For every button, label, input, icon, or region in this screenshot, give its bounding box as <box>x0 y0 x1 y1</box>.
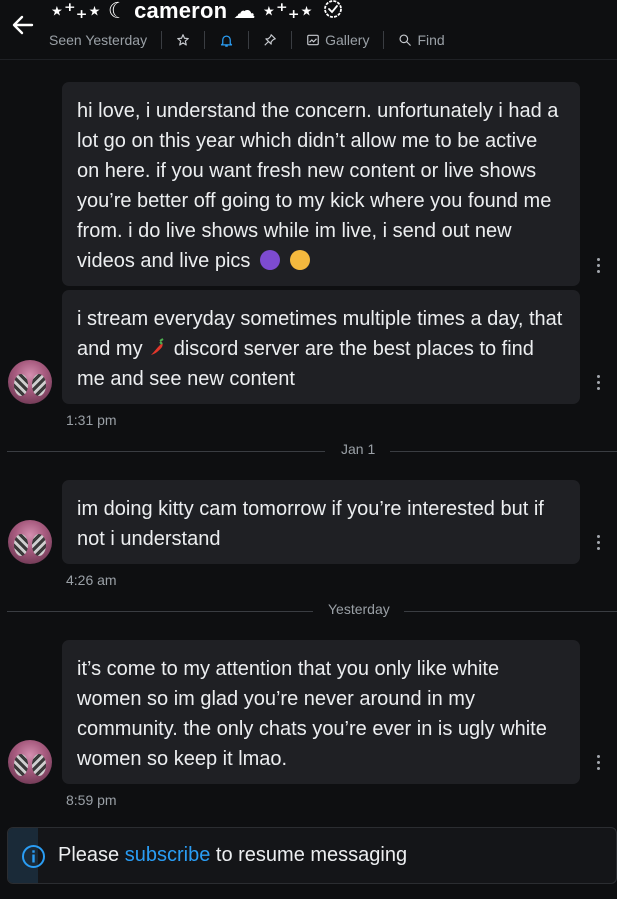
message-text: hi love, i understand the concern. unfor… <box>77 100 559 272</box>
message-timestamp: 4:26 am <box>66 572 117 588</box>
message-bubble[interactable]: it’s come to my attention that you only … <box>62 640 580 784</box>
notice-text: Please subscribe to resume messaging <box>58 844 407 867</box>
message-text: discord server are the best places to fi… <box>77 338 534 390</box>
verified-badge-icon <box>324 0 342 18</box>
message-options-icon[interactable] <box>597 535 601 551</box>
hand-over-mouth-emoji-icon <box>289 250 310 270</box>
message-bubble[interactable]: i stream everyday sometimes multiple tim… <box>62 290 580 404</box>
notifications-button[interactable] <box>219 33 234 48</box>
last-seen-text: Seen Yesterday <box>49 32 148 48</box>
smiling-devil-emoji-icon <box>260 250 280 270</box>
chat-header: ⋆⁺₊⋆ ☾ cameron ☁︎ ⋆⁺₊⋆ Seen Yesterday Ga… <box>0 0 617 60</box>
message-text: im doing kitty cam tomorrow if you’re in… <box>77 498 544 550</box>
find-label: Find <box>417 32 445 48</box>
toolbar-divider <box>291 31 293 49</box>
message-text: it’s come to my attention that you only … <box>77 658 547 770</box>
avatar[interactable] <box>8 360 52 404</box>
message-bubble[interactable]: hi love, i understand the concern. unfor… <box>62 82 580 286</box>
toolbar-divider <box>248 31 250 49</box>
message-options-icon[interactable] <box>597 755 601 771</box>
gallery-label: Gallery <box>325 32 370 48</box>
toolbar-divider <box>161 31 163 49</box>
chat-toolbar: Seen Yesterday Gallery Find <box>49 30 445 50</box>
page-title: ⋆⁺₊⋆ ☾ cameron ☁︎ ⋆⁺₊⋆ <box>50 0 343 24</box>
creator-name: ⋆⁺₊⋆ ☾ cameron ☁︎ ⋆⁺₊⋆ <box>50 0 314 23</box>
find-button[interactable]: Find <box>398 32 445 48</box>
notice-prefix: Please <box>58 844 120 866</box>
toolbar-divider <box>204 31 206 49</box>
toolbar-divider <box>383 31 385 49</box>
avatar[interactable] <box>8 740 52 784</box>
message-bubble[interactable]: im doing kitty cam tomorrow if you’re in… <box>62 480 580 564</box>
pin-icon <box>264 34 276 46</box>
gallery-icon <box>307 34 319 46</box>
notice-suffix: to resume messaging <box>215 844 408 866</box>
favorite-button[interactable] <box>176 33 190 47</box>
message-options-icon[interactable] <box>597 258 601 274</box>
info-icon <box>22 845 45 868</box>
pin-button[interactable] <box>263 33 277 47</box>
search-icon <box>399 34 412 46</box>
subscribe-link[interactable]: subscribe <box>125 844 211 866</box>
message-options-icon[interactable] <box>597 375 601 391</box>
message-timestamp: 1:31 pm <box>66 412 117 428</box>
bell-icon <box>220 35 233 47</box>
star-icon <box>177 34 189 46</box>
date-divider-label: Jan 1 <box>341 441 376 457</box>
subscribe-notice: Please subscribe to resume messaging <box>7 827 617 884</box>
chili-pepper-emoji-icon <box>148 337 168 357</box>
back-arrow-icon[interactable] <box>8 10 38 40</box>
message-list[interactable]: hi love, i understand the concern. unfor… <box>0 60 617 826</box>
date-divider: Jan 1 <box>7 441 617 461</box>
date-divider-label: Yesterday <box>328 601 390 617</box>
gallery-button[interactable]: Gallery <box>306 32 369 48</box>
avatar[interactable] <box>8 520 52 564</box>
date-divider: Yesterday <box>7 601 617 621</box>
message-timestamp: 8:59 pm <box>66 792 117 808</box>
